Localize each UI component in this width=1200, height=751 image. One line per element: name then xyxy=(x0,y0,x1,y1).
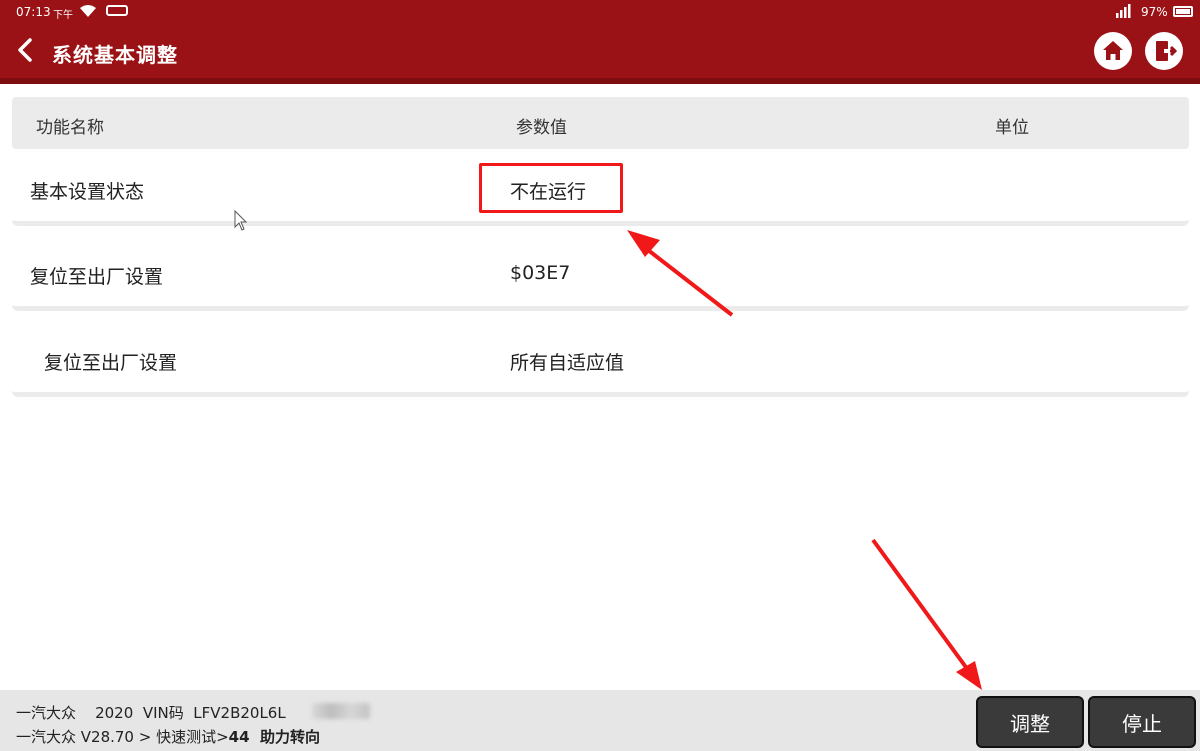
row-name: 复位至出厂设置 xyxy=(30,266,164,288)
signal-icon xyxy=(1116,4,1131,18)
column-header-name: 功能名称 xyxy=(36,118,104,138)
table-header: 功能名称 参数值 单位 xyxy=(12,97,1189,149)
battery-percent: 97% xyxy=(1141,5,1168,19)
vehicle-info: 一汽大众 2020 VIN码 LFV2B20L6L xyxy=(16,702,286,723)
table-row[interactable]: 复位至出厂设置 所有自适应值 xyxy=(12,321,1189,397)
column-header-value: 参数值 xyxy=(516,118,567,138)
row-value: $03E7 xyxy=(510,262,571,284)
stop-button[interactable]: 停止 xyxy=(1088,696,1196,748)
page-header: 系统基本调整 xyxy=(0,24,1200,78)
page-title: 系统基本调整 xyxy=(52,43,178,67)
mouse-cursor-icon xyxy=(234,210,248,231)
breadcrumb-current: 44 助力转向 xyxy=(228,728,320,746)
row-name: 基本设置状态 xyxy=(30,181,145,203)
row-name: 复位至出厂设置 xyxy=(44,352,178,374)
vin-value: LFV2B20L6L xyxy=(193,704,286,722)
exit-button[interactable] xyxy=(1145,32,1183,70)
breadcrumb-path: 一汽大众 V28.70 > 快速测试> xyxy=(16,728,229,746)
status-time: 07:13 xyxy=(16,5,51,19)
annotation-highlight-box xyxy=(479,163,623,213)
blurred-vin xyxy=(312,703,370,719)
battery-saver-icon xyxy=(106,5,128,16)
status-bar: 07:13 下午 97% xyxy=(0,0,1200,24)
row-value: 所有自适应值 xyxy=(510,352,625,374)
battery-icon xyxy=(1173,6,1193,17)
vin-label: VIN码 xyxy=(142,704,184,722)
wifi-icon xyxy=(80,5,96,17)
home-button[interactable] xyxy=(1094,32,1132,70)
bottom-bar: 一汽大众 2020 VIN码 LFV2B20L6L 一汽大众 V28.70 > … xyxy=(0,690,1200,751)
exit-icon xyxy=(1156,41,1178,61)
arrow-to-adjust-button xyxy=(871,538,982,690)
vehicle-make: 一汽大众 xyxy=(16,704,77,722)
app-header-bar: 07:13 下午 97% 系统基本调整 xyxy=(0,0,1200,84)
adjust-button[interactable]: 调整 xyxy=(976,696,1084,748)
vehicle-year: 2020 xyxy=(95,704,134,722)
status-ampm: 下午 xyxy=(53,10,73,21)
header-divider xyxy=(0,78,1200,84)
table-row[interactable]: 复位至出厂设置 $03E7 xyxy=(12,235,1189,311)
home-icon xyxy=(1103,41,1123,60)
breadcrumb: 一汽大众 V28.70 > 快速测试>44 助力转向 xyxy=(16,726,320,747)
column-header-unit: 单位 xyxy=(995,118,1029,138)
chevron-left-icon[interactable] xyxy=(12,36,40,64)
